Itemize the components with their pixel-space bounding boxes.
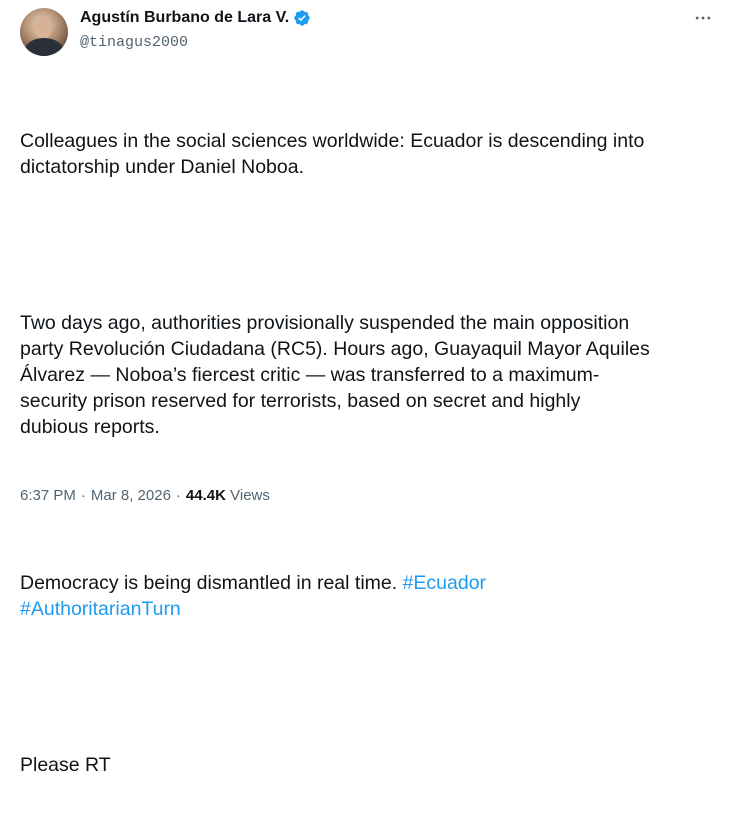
views[interactable]: 44.4K Views [186,487,270,504]
avatar-shirt [25,38,63,56]
tweet-paragraph-3: Democracy is being dismantled in real ti… [20,570,720,622]
tweet-paragraph-1: Colleagues in the social sciences worldw… [20,130,645,178]
avatar-face [34,17,52,39]
tweet-paragraph-3-text: Democracy is being dismantled in real ti… [20,572,403,594]
author-header: Agustín Burbano de Lara V. @tinagus2000 [80,8,311,51]
author-name[interactable]: Agustín Burbano de Lara V. [80,9,289,27]
more-icon[interactable] [691,8,715,28]
hashtag-ecuador[interactable]: #Ecuador [403,572,486,594]
name-row: Agustín Burbano de Lara V. [80,8,311,28]
views-label: Views [230,487,270,504]
views-count: 44.4K [185,487,226,504]
tweet-time[interactable]: 6:37 PM [20,487,76,504]
tweet-paragraph-4: Please RT [20,754,111,776]
hashtag-authoritarian-turn[interactable]: #AuthoritarianTurn [20,598,181,620]
tweet-paragraph-2: Two days ago, authorities provisionally … [20,312,650,438]
meta-separator: · [80,487,86,504]
verified-badge-icon[interactable] [293,9,311,27]
tweet: Agustín Burbano de Lara V. @tinagus2000 … [0,0,731,776]
meta-separator: · [175,487,181,504]
tweet-text: Colleagues in the social sciences worldw… [20,76,720,830]
tweet-date[interactable]: Mar 8, 2026 [91,487,171,504]
tweet-meta: 6:37 PM · Mar 8, 2026 · 44.4K Views [20,487,270,504]
avatar[interactable] [20,8,68,56]
author-handle[interactable]: @tinagus2000 [80,34,311,51]
